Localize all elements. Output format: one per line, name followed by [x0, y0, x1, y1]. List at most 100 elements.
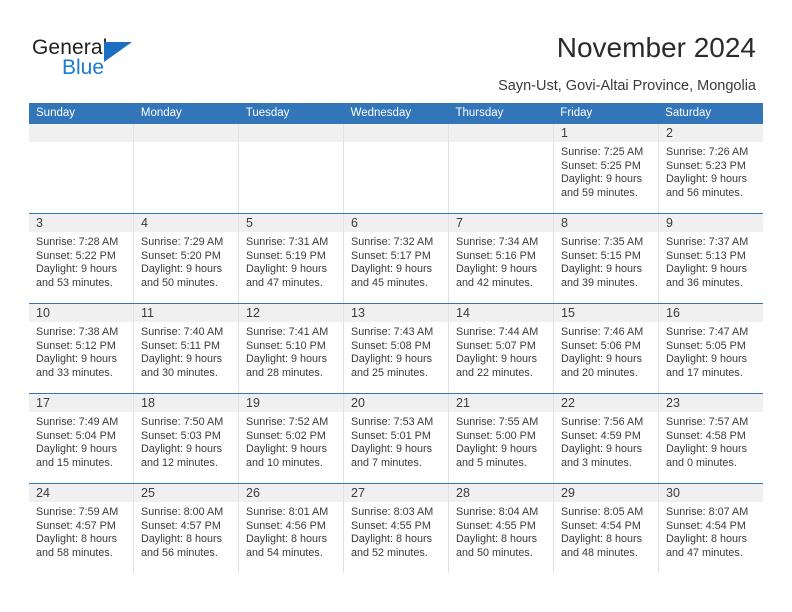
sunrise-text: Sunrise: 8:04 AM — [456, 506, 539, 518]
daylight-text-line2: and 59 minutes. — [561, 186, 638, 199]
daylight-text-line2: and 30 minutes. — [141, 366, 218, 379]
calendar-day-cell[interactable]: 26 Sunrise: 8:01 AM Sunset: 4:56 PM Dayl… — [238, 484, 343, 573]
calendar-day-cell[interactable]: 5 Sunrise: 7:31 AM Sunset: 5:19 PM Dayli… — [238, 214, 343, 303]
daylight-text-line2: and 20 minutes. — [561, 366, 638, 379]
day-details — [239, 142, 343, 146]
day-number-band: 9 — [659, 214, 763, 232]
day-number-band — [29, 124, 133, 142]
calendar-day-cell[interactable]: 24 Sunrise: 7:59 AM Sunset: 4:57 PM Dayl… — [29, 484, 133, 573]
calendar-day-cell[interactable] — [133, 124, 238, 213]
daylight-text-line1: Daylight: 9 hours — [36, 353, 118, 366]
calendar-day-cell[interactable]: 18 Sunrise: 7:50 AM Sunset: 5:03 PM Dayl… — [133, 394, 238, 483]
sunset-text: Sunset: 5:10 PM — [246, 339, 326, 352]
daylight-text-line2: and 5 minutes. — [456, 456, 527, 469]
day-number-band: 1 — [554, 124, 658, 142]
calendar-day-cell[interactable] — [343, 124, 448, 213]
calendar-day-cell[interactable]: 13 Sunrise: 7:43 AM Sunset: 5:08 PM Dayl… — [343, 304, 448, 393]
day-details: Sunrise: 7:31 AM Sunset: 5:19 PM Dayligh… — [239, 232, 343, 290]
day-details: Sunrise: 7:52 AM Sunset: 5:02 PM Dayligh… — [239, 412, 343, 470]
day-details — [344, 142, 448, 146]
day-number: 9 — [666, 216, 673, 230]
calendar-day-cell[interactable]: 16 Sunrise: 7:47 AM Sunset: 5:05 PM Dayl… — [658, 304, 763, 393]
calendar-day-cell[interactable] — [238, 124, 343, 213]
calendar-day-cell[interactable]: 19 Sunrise: 7:52 AM Sunset: 5:02 PM Dayl… — [238, 394, 343, 483]
day-details: Sunrise: 7:50 AM Sunset: 5:03 PM Dayligh… — [134, 412, 238, 470]
daylight-text-line1: Daylight: 9 hours — [141, 263, 223, 276]
calendar-day-cell[interactable]: 10 Sunrise: 7:38 AM Sunset: 5:12 PM Dayl… — [29, 304, 133, 393]
daylight-text-line1: Daylight: 8 hours — [456, 533, 538, 546]
general-blue-logo[interactable]: General Blue — [32, 36, 162, 82]
day-number: 8 — [561, 216, 568, 230]
calendar-day-cell[interactable]: 29 Sunrise: 8:05 AM Sunset: 4:54 PM Dayl… — [553, 484, 658, 573]
calendar-day-cell[interactable]: 4 Sunrise: 7:29 AM Sunset: 5:20 PM Dayli… — [133, 214, 238, 303]
calendar-day-cell[interactable]: 20 Sunrise: 7:53 AM Sunset: 5:01 PM Dayl… — [343, 394, 448, 483]
daylight-text-line2: and 22 minutes. — [456, 366, 533, 379]
day-number-band: 2 — [659, 124, 763, 142]
calendar-day-cell[interactable]: 15 Sunrise: 7:46 AM Sunset: 5:06 PM Dayl… — [553, 304, 658, 393]
day-number: 13 — [351, 306, 365, 320]
calendar-day-cell[interactable]: 12 Sunrise: 7:41 AM Sunset: 5:10 PM Dayl… — [238, 304, 343, 393]
calendar-day-cell[interactable]: 8 Sunrise: 7:35 AM Sunset: 5:15 PM Dayli… — [553, 214, 658, 303]
daylight-text-line1: Daylight: 9 hours — [246, 263, 328, 276]
calendar-day-cell[interactable]: 22 Sunrise: 7:56 AM Sunset: 4:59 PM Dayl… — [553, 394, 658, 483]
sunrise-text: Sunrise: 7:35 AM — [561, 236, 644, 248]
sunset-text: Sunset: 4:57 PM — [141, 519, 221, 532]
calendar-day-cell[interactable] — [29, 124, 133, 213]
sunrise-text: Sunrise: 8:01 AM — [246, 506, 329, 518]
calendar-day-cell[interactable]: 23 Sunrise: 7:57 AM Sunset: 4:58 PM Dayl… — [658, 394, 763, 483]
day-number-band: 10 — [29, 304, 133, 322]
calendar-day-cell[interactable]: 30 Sunrise: 8:07 AM Sunset: 4:54 PM Dayl… — [658, 484, 763, 573]
daylight-text-line1: Daylight: 9 hours — [561, 263, 643, 276]
day-number: 11 — [141, 306, 154, 320]
calendar-day-cell[interactable]: 11 Sunrise: 7:40 AM Sunset: 5:11 PM Dayl… — [133, 304, 238, 393]
day-number: 24 — [36, 486, 50, 500]
calendar-day-cell[interactable]: 27 Sunrise: 8:03 AM Sunset: 4:55 PM Dayl… — [343, 484, 448, 573]
daylight-text-line2: and 54 minutes. — [246, 546, 323, 559]
day-details: Sunrise: 7:59 AM Sunset: 4:57 PM Dayligh… — [29, 502, 133, 560]
sunset-text: Sunset: 5:06 PM — [561, 339, 641, 352]
daylight-text-line1: Daylight: 8 hours — [141, 533, 223, 546]
sunrise-text: Sunrise: 7:34 AM — [456, 236, 539, 248]
calendar-day-cell[interactable]: 21 Sunrise: 7:55 AM Sunset: 5:00 PM Dayl… — [448, 394, 553, 483]
weekday-header-sunday: Sunday — [36, 107, 76, 119]
calendar-day-cell[interactable]: 14 Sunrise: 7:44 AM Sunset: 5:07 PM Dayl… — [448, 304, 553, 393]
day-number-band: 11 — [134, 304, 238, 322]
weekday-header-saturday: Saturday — [665, 107, 712, 119]
daylight-text-line1: Daylight: 9 hours — [246, 443, 328, 456]
day-number-band: 28 — [449, 484, 553, 502]
sunrise-text: Sunrise: 7:37 AM — [666, 236, 749, 248]
sunrise-text: Sunrise: 7:32 AM — [351, 236, 434, 248]
sunrise-text: Sunrise: 7:49 AM — [36, 416, 119, 428]
calendar-day-cell[interactable]: 9 Sunrise: 7:37 AM Sunset: 5:13 PM Dayli… — [658, 214, 763, 303]
calendar-day-cell[interactable]: 25 Sunrise: 8:00 AM Sunset: 4:57 PM Dayl… — [133, 484, 238, 573]
day-number: 2 — [666, 126, 673, 140]
day-number: 20 — [351, 396, 365, 410]
sunrise-text: Sunrise: 7:57 AM — [666, 416, 749, 428]
sunrise-text: Sunrise: 7:31 AM — [246, 236, 329, 248]
sunset-text: Sunset: 5:04 PM — [36, 429, 116, 442]
day-details: Sunrise: 7:38 AM Sunset: 5:12 PM Dayligh… — [29, 322, 133, 380]
calendar-day-cell[interactable]: 28 Sunrise: 8:04 AM Sunset: 4:55 PM Dayl… — [448, 484, 553, 573]
weekday-header-friday: Friday — [560, 107, 593, 119]
sunrise-text: Sunrise: 7:52 AM — [246, 416, 329, 428]
calendar-day-cell[interactable]: 3 Sunrise: 7:28 AM Sunset: 5:22 PM Dayli… — [29, 214, 133, 303]
page-title: November 2024 — [556, 32, 756, 63]
calendar-day-cell[interactable]: 1 Sunrise: 7:25 AM Sunset: 5:25 PM Dayli… — [553, 124, 658, 213]
daylight-text-line2: and 56 minutes. — [666, 186, 743, 199]
calendar-day-cell[interactable]: 7 Sunrise: 7:34 AM Sunset: 5:16 PM Dayli… — [448, 214, 553, 303]
calendar-day-cell[interactable]: 6 Sunrise: 7:32 AM Sunset: 5:17 PM Dayli… — [343, 214, 448, 303]
day-details: Sunrise: 7:40 AM Sunset: 5:11 PM Dayligh… — [134, 322, 238, 380]
day-number-band: 22 — [554, 394, 658, 412]
calendar-day-cell[interactable]: 17 Sunrise: 7:49 AM Sunset: 5:04 PM Dayl… — [29, 394, 133, 483]
sunrise-text: Sunrise: 7:41 AM — [246, 326, 329, 338]
calendar-day-cell[interactable] — [448, 124, 553, 213]
day-number-band: 8 — [554, 214, 658, 232]
calendar-day-cell[interactable]: 2 Sunrise: 7:26 AM Sunset: 5:23 PM Dayli… — [658, 124, 763, 213]
sunrise-text: Sunrise: 7:38 AM — [36, 326, 119, 338]
daylight-text-line1: Daylight: 9 hours — [456, 263, 538, 276]
day-number-band: 3 — [29, 214, 133, 232]
day-details: Sunrise: 7:49 AM Sunset: 5:04 PM Dayligh… — [29, 412, 133, 470]
logo-triangle-icon — [104, 42, 132, 62]
day-number: 7 — [456, 216, 463, 230]
daylight-text-line2: and 0 minutes. — [666, 456, 737, 469]
